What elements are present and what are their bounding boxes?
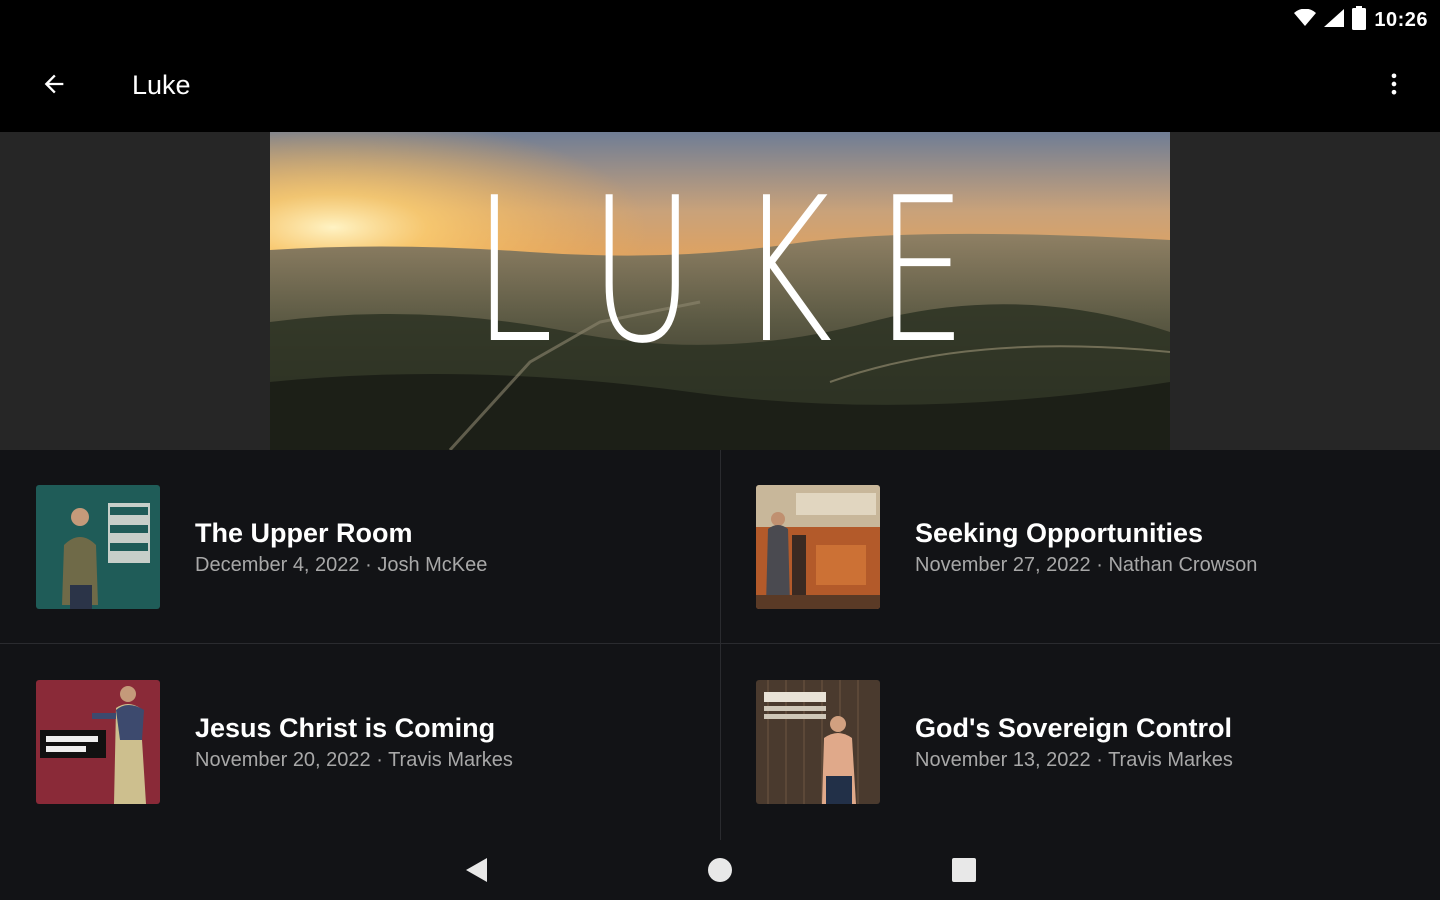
sermon-meta: November 20, 2022 · Travis Markes [195, 749, 513, 771]
sermon-item[interactable]: The Upper Room December 4, 2022 · Josh M… [0, 450, 720, 645]
banner-title: LUKE [473, 155, 1010, 388]
sermon-meta: November 27, 2022 · Nathan Crowson [915, 554, 1258, 576]
sermon-title: God's Sovereign Control [915, 713, 1232, 743]
sermon-meta: December 4, 2022 · Josh McKee [195, 554, 488, 576]
nav-home-icon [707, 857, 733, 888]
sermon-meta: November 13, 2022 · Travis Markes [915, 749, 1233, 771]
status-icons: 10:26 [1294, 5, 1428, 35]
more-vert-icon [1380, 70, 1408, 103]
sermon-title: Jesus Christ is Coming [195, 713, 496, 743]
cell-signal-icon [1324, 8, 1345, 32]
nav-recents-icon [952, 857, 976, 887]
sermon-thumbnail [36, 680, 160, 804]
nav-back-icon [463, 856, 489, 889]
battery-icon [1352, 5, 1367, 35]
status-bar: 10:26 [0, 0, 1440, 40]
system-nav-bar [0, 840, 1440, 900]
more-options-button[interactable] [1370, 62, 1418, 110]
sermon-item[interactable]: Seeking Opportunities November 27, 2022 … [720, 450, 1440, 645]
sermon-thumbnail [756, 680, 880, 804]
page-title: Luke [132, 70, 191, 100]
sermon-item[interactable]: Jesus Christ is Coming November 20, 2022… [0, 645, 720, 840]
status-time: 10:26 [1374, 8, 1428, 31]
series-banner: LUKE [270, 132, 1170, 450]
sermon-thumbnail [756, 485, 880, 609]
nav-back-button[interactable] [452, 848, 500, 896]
wifi-icon [1294, 8, 1317, 32]
app-bar: Luke [0, 40, 1440, 132]
sermon-grid: The Upper Room December 4, 2022 · Josh M… [0, 450, 1440, 840]
hero-band: LUKE [0, 132, 1440, 450]
sermon-thumbnail [36, 485, 160, 609]
sermon-item[interactable]: God's Sovereign Control November 13, 202… [720, 645, 1440, 840]
back-button[interactable] [30, 62, 78, 110]
nav-home-button[interactable] [696, 848, 744, 896]
arrow-back-icon [40, 70, 68, 103]
nav-recents-button[interactable] [940, 848, 988, 896]
sermon-title: The Upper Room [195, 518, 413, 548]
sermon-title: Seeking Opportunities [915, 518, 1204, 548]
